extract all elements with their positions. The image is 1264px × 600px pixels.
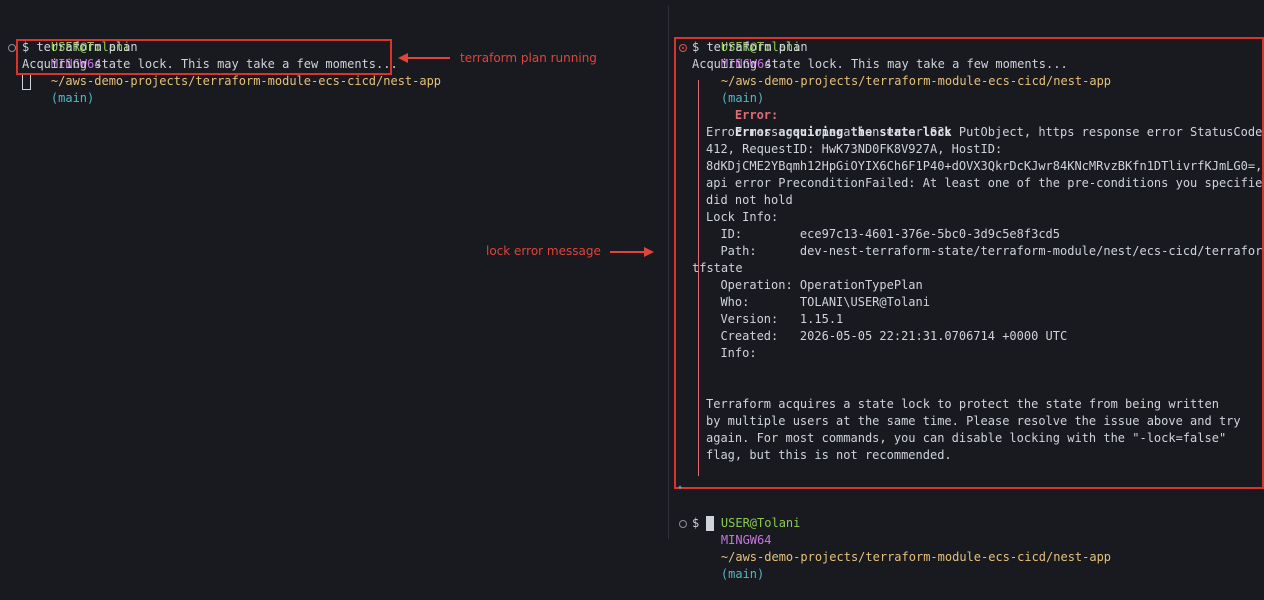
terminal-cursor: [22, 74, 31, 90]
terminal-pane-left[interactable]: USER@Tolani MINGW64 ~/aws-demo-projects/…: [0, 0, 656, 539]
terminal-pane-right[interactable]: USER@Tolani MINGW64 ~/aws-demo-projects/…: [671, 0, 1264, 581]
prompt-line: USER@Tolani MINGW64 ~/aws-demo-projects/…: [692, 498, 1111, 581]
command-input[interactable]: $: [692, 515, 699, 532]
arrow-right-icon: [610, 247, 654, 257]
arrow-left-icon: [398, 53, 450, 63]
command-status-icon[interactable]: [8, 44, 16, 52]
highlight-box-command: [16, 39, 392, 75]
pane-divider[interactable]: [668, 6, 669, 539]
prompt-branch: (main): [50, 91, 95, 105]
prompt-host: MINGW64: [720, 533, 772, 547]
prompt-branch: (main): [720, 567, 765, 581]
prompt-line: USER@Tolani MINGW64 ~/aws-demo-projects/…: [22, 22, 441, 105]
highlight-box-error: [674, 37, 1264, 489]
terminal-cursor: [706, 516, 714, 531]
command-status-icon[interactable]: [679, 520, 687, 528]
sparkle-icon[interactable]: ✦: [677, 482, 683, 493]
prompt-user: USER@Tolani: [720, 516, 801, 530]
prompt-path: ~/aws-demo-projects/terraform-module-ecs…: [720, 550, 1112, 564]
annotation-plan-running: terraform plan running: [460, 51, 597, 65]
prompt-path: ~/aws-demo-projects/terraform-module-ecs…: [50, 74, 442, 88]
annotation-lock-error: lock error message: [486, 244, 601, 258]
